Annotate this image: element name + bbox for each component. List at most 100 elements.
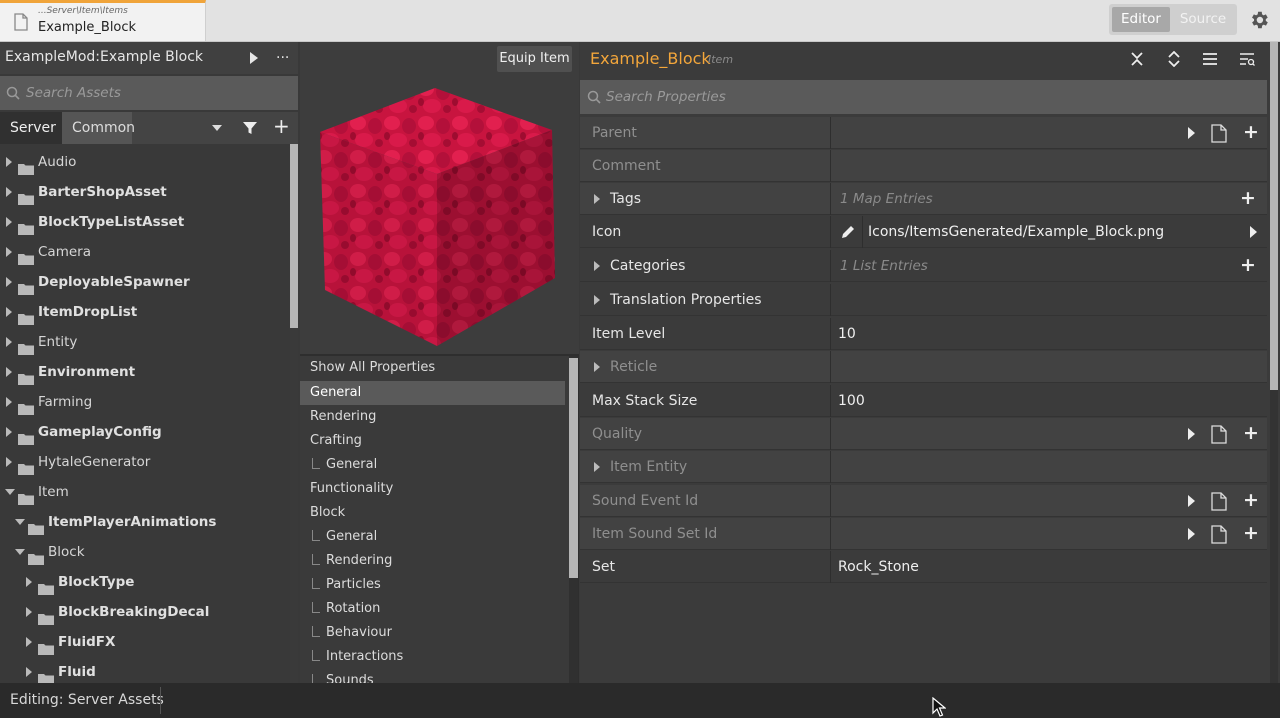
chevron-down-icon[interactable] (212, 125, 222, 131)
new-document-icon[interactable] (1211, 492, 1227, 511)
property-row[interactable]: Categories 1 List Entries + (580, 250, 1267, 282)
category-block-sounds[interactable]: Sounds (300, 669, 565, 683)
play-icon[interactable] (1188, 428, 1195, 440)
tree-item-item[interactable]: Item (0, 477, 290, 507)
tree-item-entity[interactable]: Entity (0, 327, 290, 357)
property-value[interactable]: 100 (838, 385, 865, 417)
chevron-right-icon[interactable] (26, 667, 32, 677)
category-rendering[interactable]: Rendering (300, 405, 565, 429)
property-row[interactable]: Item Sound Set Id + (580, 518, 1267, 550)
chevron-right-icon[interactable] (594, 194, 600, 204)
category-block-rotation[interactable]: Rotation (300, 597, 565, 621)
chevron-right-icon[interactable] (6, 247, 12, 257)
icon-path-value[interactable]: Icons/ItemsGenerated/Example_Block.png (868, 216, 1164, 248)
source-mode-button[interactable]: Source (1172, 7, 1234, 32)
tree-item-bartershopasset[interactable]: BarterShopAsset (0, 177, 290, 207)
property-value[interactable]: Rock_Stone (838, 551, 919, 583)
chevron-right-icon[interactable] (594, 462, 600, 472)
tree-item-hytalegenerator[interactable]: HytaleGenerator (0, 447, 290, 477)
new-document-icon[interactable] (1211, 525, 1227, 544)
add-button[interactable]: + (1243, 121, 1259, 143)
property-row[interactable]: Comment (580, 150, 1267, 182)
tree-item-fluidfx[interactable]: FluidFX (0, 627, 290, 657)
chevron-right-icon[interactable] (594, 295, 600, 305)
add-button[interactable]: + (1243, 422, 1259, 444)
property-row[interactable]: Reticle (580, 351, 1267, 383)
chevron-right-icon[interactable] (6, 427, 12, 437)
tree-item-blocktype[interactable]: BlockType (0, 567, 290, 597)
tree-item-gameplayconfig[interactable]: GameplayConfig (0, 417, 290, 447)
category-block[interactable]: Block (300, 501, 565, 525)
property-row[interactable]: Parent + (580, 117, 1267, 149)
chevron-right-icon[interactable] (26, 607, 32, 617)
add-asset-button[interactable]: + (273, 116, 290, 136)
tree-item-camera[interactable]: Camera (0, 237, 290, 267)
chevron-right-icon[interactable] (6, 337, 12, 347)
gear-icon[interactable] (1248, 9, 1270, 31)
scrollbar-thumb[interactable] (290, 144, 298, 328)
property-row[interactable]: Sound Event Id + (580, 485, 1267, 517)
category-block-interactions[interactable]: Interactions (300, 645, 565, 669)
category-block-particles[interactable]: Particles (300, 573, 565, 597)
chevron-right-icon[interactable] (594, 362, 600, 372)
editor-mode-button[interactable]: Editor (1112, 7, 1170, 32)
property-row[interactable]: Translation Properties (580, 284, 1267, 316)
add-entry-button[interactable]: + (1240, 254, 1256, 276)
chevron-right-icon[interactable] (6, 217, 12, 227)
tree-item-fluid[interactable]: Fluid (0, 657, 290, 683)
new-document-icon[interactable] (1211, 425, 1227, 444)
filter-list-icon[interactable] (1239, 51, 1255, 67)
filter-icon[interactable] (243, 121, 257, 135)
property-row[interactable]: Item Entity (580, 451, 1267, 483)
tree-item-deployablespawner[interactable]: DeployableSpawner (0, 267, 290, 297)
chevron-right-icon[interactable] (6, 397, 12, 407)
collapse-all-icon[interactable] (1129, 51, 1145, 67)
play-icon[interactable] (250, 52, 258, 64)
property-row[interactable]: Icon Icons/ItemsGenerated/Example_Block.p… (580, 216, 1267, 248)
play-icon[interactable] (1188, 528, 1195, 540)
tab-common[interactable]: Common (62, 112, 135, 144)
property-row[interactable]: Tags 1 Map Entries + (580, 183, 1267, 215)
property-scrollbar[interactable] (1270, 42, 1278, 683)
chevron-right-icon[interactable] (6, 307, 12, 317)
equip-item-button[interactable]: Equip Item (497, 46, 572, 72)
category-functionality[interactable]: Functionality (300, 477, 565, 501)
property-row[interactable]: Quality + (580, 418, 1267, 450)
document-tab[interactable]: ...Server\Item\Items Example_Block (0, 0, 206, 41)
add-button[interactable]: + (1243, 489, 1259, 511)
chevron-right-icon[interactable] (6, 277, 12, 287)
scrollbar-thumb[interactable] (1270, 42, 1278, 390)
expand-all-icon[interactable] (1166, 51, 1182, 67)
search-properties-input[interactable]: Search Properties (580, 80, 1267, 114)
chevron-down-icon[interactable] (15, 549, 25, 555)
tree-item-blockbreakingdecal[interactable]: BlockBreakingDecal (0, 597, 290, 627)
property-row[interactable]: Set Rock_Stone (580, 551, 1267, 583)
add-button[interactable]: + (1243, 522, 1259, 544)
chevron-right-icon[interactable] (26, 577, 32, 587)
search-assets-input[interactable]: Search Assets (0, 76, 298, 110)
category-scrollbar[interactable] (569, 356, 578, 683)
mod-title[interactable]: ExampleMod:Example Block (5, 49, 203, 65)
tree-item-itemdroplist[interactable]: ItemDropList (0, 297, 290, 327)
category-block-rendering[interactable]: Rendering (300, 549, 565, 573)
add-entry-button[interactable]: + (1240, 187, 1256, 209)
chevron-right-icon[interactable] (6, 187, 12, 197)
category-crafting-general[interactable]: General (300, 453, 565, 477)
category-block-behaviour[interactable]: Behaviour (300, 621, 565, 645)
chevron-down-icon[interactable] (5, 489, 15, 495)
category-general[interactable]: General (300, 381, 565, 405)
chevron-right-icon[interactable] (594, 261, 600, 271)
chevron-right-icon[interactable] (6, 367, 12, 377)
tree-item-block[interactable]: Block (0, 537, 290, 567)
category-show-all[interactable]: Show All Properties (300, 356, 565, 380)
property-value[interactable]: 10 (838, 318, 856, 350)
tree-item-audio[interactable]: Audio (0, 147, 290, 177)
chevron-down-icon[interactable] (15, 519, 25, 525)
chevron-right-icon[interactable] (6, 457, 12, 467)
pencil-icon[interactable] (840, 224, 856, 240)
category-crafting[interactable]: Crafting (300, 429, 565, 453)
scrollbar-thumb[interactable] (569, 358, 578, 578)
tree-item-blocktypelistasset[interactable]: BlockTypeListAsset (0, 207, 290, 237)
play-icon[interactable] (1188, 127, 1195, 139)
property-row[interactable]: Max Stack Size 100 (580, 385, 1267, 417)
